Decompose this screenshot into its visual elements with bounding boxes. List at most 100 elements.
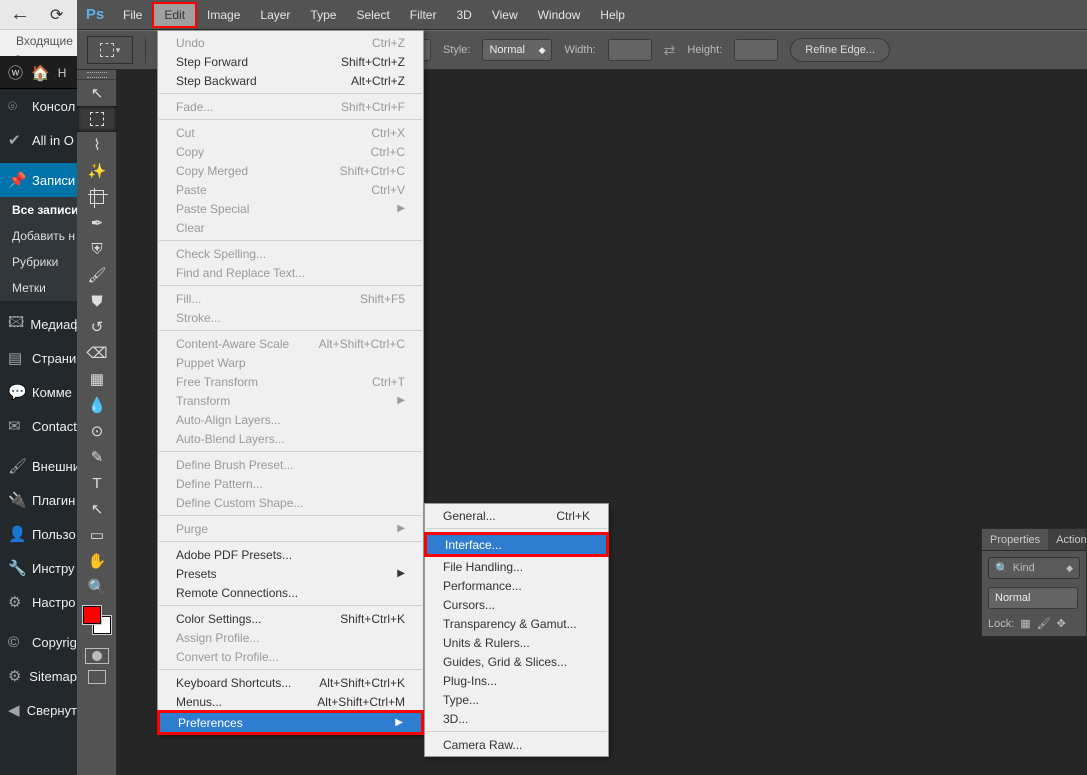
menu-item-step-backward[interactable]: Step BackwardAlt+Ctrl+Z [158, 71, 423, 90]
sidebar-item-media[interactable]: 🖾Медиаф [0, 307, 77, 341]
marquee-tool[interactable] [77, 106, 117, 132]
color-swatches[interactable] [77, 604, 117, 642]
menu-item-preferences[interactable]: Preferences▶ [160, 713, 421, 732]
pref-item-file-handling[interactable]: File Handling... [425, 557, 608, 576]
eraser-tool[interactable]: ⌫ [77, 340, 117, 366]
sidebar-sub-tags[interactable]: Метки [0, 275, 77, 301]
menu-3d[interactable]: 3D [446, 0, 481, 30]
shape-tool[interactable]: ▭ [77, 522, 117, 548]
type-tool[interactable]: T [77, 470, 117, 496]
current-tool-preset[interactable]: ▾ [87, 36, 133, 64]
gradient-tool[interactable]: ▦ [77, 366, 117, 392]
sidebar-item-tools[interactable]: 🔧Инстру [0, 551, 77, 585]
menu-edit[interactable]: Edit [152, 2, 197, 28]
menu-file[interactable]: File [113, 0, 152, 30]
dodge-tool[interactable]: ⊙ [77, 418, 117, 444]
sidebar-item-comments[interactable]: 💬Комме [0, 375, 77, 409]
pref-item-performance[interactable]: Performance... [425, 576, 608, 595]
height-input[interactable] [734, 39, 778, 61]
lock-paint-icon[interactable]: 🖌 [1037, 617, 1051, 630]
wand-tool[interactable]: ✨ [77, 158, 117, 184]
menu-item-presets[interactable]: Presets▶ [158, 564, 423, 583]
menu-type[interactable]: Type [300, 0, 346, 30]
pages-icon: ▤ [8, 349, 26, 367]
site-name[interactable]: Н [58, 66, 67, 80]
menu-help[interactable]: Help [590, 0, 635, 30]
sidebar-item-allinone[interactable]: ✔All in O [0, 123, 77, 157]
pref-item-cursors[interactable]: Cursors... [425, 595, 608, 614]
sidebar-sub-categories[interactable]: Рубрики [0, 249, 77, 275]
zoom-tool[interactable]: 🔍 [77, 574, 117, 600]
tab-properties[interactable]: Properties [982, 529, 1048, 550]
menu-window[interactable]: Window [528, 0, 591, 30]
history-brush-tool[interactable]: ↺ [77, 314, 117, 340]
style-label: Style: [443, 44, 471, 56]
hand-tool[interactable]: ✋ [77, 548, 117, 574]
pref-item-d[interactable]: 3D... [425, 709, 608, 728]
move-tool[interactable]: ↖ [77, 80, 117, 106]
lock-transparency-icon[interactable]: ▦ [1020, 617, 1030, 630]
sidebar-item-posts[interactable]: 📌Записи [0, 163, 77, 197]
sidebar-item-dashboard[interactable]: ⌾Консол [0, 89, 77, 123]
search-icon: 🔍 [995, 562, 1009, 575]
pref-item-interface[interactable]: Interface... [427, 535, 606, 554]
menu-item-remote-connections[interactable]: Remote Connections... [158, 583, 423, 602]
sidebar-item-collapse[interactable]: ◀Свернут [0, 693, 77, 727]
panel-grip[interactable] [77, 70, 116, 80]
menu-image[interactable]: Image [197, 0, 250, 30]
back-arrow-icon[interactable]: ← [10, 3, 30, 26]
menu-item-step-forward[interactable]: Step ForwardShift+Ctrl+Z [158, 52, 423, 71]
lasso-tool[interactable]: ⌇ [77, 132, 117, 158]
pref-item-plug-ins[interactable]: Plug-Ins... [425, 671, 608, 690]
sidebar-item-appearance[interactable]: 🖌Внешни [0, 449, 77, 483]
sidebar-sub-allposts[interactable]: Все записи [0, 197, 77, 223]
menu-item-menus[interactable]: Menus...Alt+Shift+Ctrl+M [158, 692, 423, 711]
menu-item-assign-profile: Assign Profile... [158, 628, 423, 647]
style-select[interactable]: Normal◆ [482, 39, 552, 61]
menu-filter[interactable]: Filter [400, 0, 447, 30]
eyedropper-tool[interactable]: ✒ [77, 210, 117, 236]
pref-item-transparency-gamut[interactable]: Transparency & Gamut... [425, 614, 608, 633]
menu-layer[interactable]: Layer [250, 0, 300, 30]
pref-item-general[interactable]: General...Ctrl+K [425, 506, 608, 525]
sidebar-item-pages[interactable]: ▤Страни [0, 341, 77, 375]
healing-tool[interactable]: ⛨ [77, 236, 117, 262]
reload-icon[interactable]: ⟳ [50, 5, 63, 25]
sidebar-item-settings[interactable]: ⚙Настро [0, 585, 77, 619]
sidebar-item-contact[interactable]: ✉Contact [0, 409, 77, 443]
width-input[interactable] [608, 39, 652, 61]
path-tool[interactable]: ↖ [77, 496, 117, 522]
brush-tool[interactable]: 🖌 [77, 262, 117, 288]
swap-icon[interactable]: ⇄ [664, 42, 676, 59]
screenmode-button[interactable] [88, 670, 106, 684]
home-icon[interactable]: 🏠 [31, 64, 50, 82]
quickmask-button[interactable] [85, 648, 109, 664]
menu-view[interactable]: View [482, 0, 528, 30]
sidebar-sub-addnew[interactable]: Добавить н [0, 223, 77, 249]
pref-item-guides-grid-slices[interactable]: Guides, Grid & Slices... [425, 652, 608, 671]
layer-filter-select[interactable]: 🔍Kind◆ [988, 557, 1080, 579]
sidebar-item-copyright[interactable]: ©Copyrig [0, 625, 77, 659]
refine-edge-button[interactable]: Refine Edge... [790, 38, 890, 62]
pen-tool[interactable]: ✎ [77, 444, 117, 470]
sidebar-item-users[interactable]: 👤Пользо [0, 517, 77, 551]
sidebar-item-plugins[interactable]: 🔌Плагин [0, 483, 77, 517]
pref-item-camera-raw[interactable]: Camera Raw... [425, 735, 608, 754]
crop-tool[interactable] [77, 184, 117, 210]
menu-item-color-settings[interactable]: Color Settings...Shift+Ctrl+K [158, 609, 423, 628]
menu-select[interactable]: Select [346, 0, 399, 30]
copyright-icon: © [8, 634, 26, 651]
blend-mode-select[interactable]: Normal [988, 587, 1078, 609]
menu-item-adobe-pdf-presets[interactable]: Adobe PDF Presets... [158, 545, 423, 564]
foreground-color-swatch[interactable] [83, 606, 101, 624]
stamp-tool[interactable]: ⛊ [77, 288, 117, 314]
pref-item-units-rulers[interactable]: Units & Rulers... [425, 633, 608, 652]
blur-tool[interactable]: 💧 [77, 392, 117, 418]
menu-item-keyboard-shortcuts[interactable]: Keyboard Shortcuts...Alt+Shift+Ctrl+K [158, 673, 423, 692]
wordpress-icon[interactable]: ⓦ [8, 62, 23, 83]
sidebar-item-sitemap[interactable]: ⚙Sitemap [0, 659, 77, 693]
pref-item-type[interactable]: Type... [425, 690, 608, 709]
tab-actions[interactable]: Action [1048, 529, 1087, 550]
lock-position-icon[interactable]: ✥ [1057, 617, 1066, 630]
menu-item-paste-special: Paste Special▶ [158, 199, 423, 218]
